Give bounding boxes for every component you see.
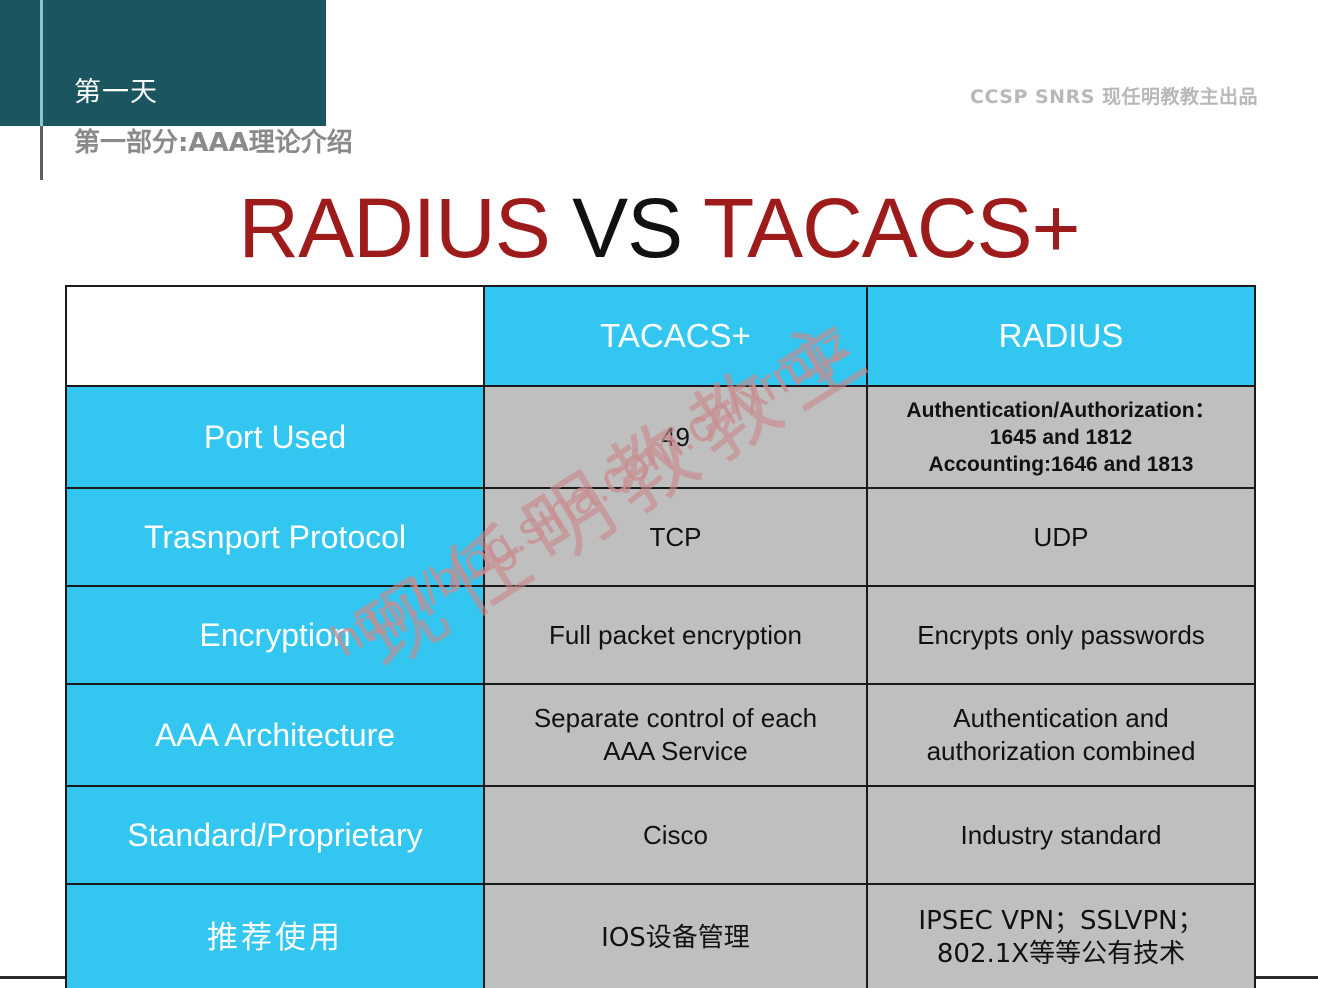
- comparison-table: TACACS+ RADIUS Port Used 49 Authentication…: [65, 285, 1256, 988]
- cell-line: Accounting:1646 and 1813: [928, 452, 1194, 476]
- cell-line: IOS设备管理: [601, 922, 750, 953]
- radius-value-cell: Authentication/Authorization： 1645 and 18…: [866, 385, 1256, 489]
- cell-line: TCP: [649, 521, 702, 552]
- brand-label: CCSP SNRS 现任明教教主出品: [970, 86, 1258, 108]
- title-right: TACACS+: [703, 181, 1081, 275]
- row-label-cell: 推荐使用: [65, 883, 485, 988]
- header-cell-tacacs: TACACS+: [483, 285, 868, 387]
- tacacs-value-cell: IOS设备管理: [483, 883, 868, 988]
- header-vertical-rule: [40, 0, 43, 126]
- cell-line: AAA Service: [603, 736, 748, 766]
- cell-line: IPSEC VPN；SSLVPN；: [918, 906, 1204, 936]
- cell-line: UDP: [1033, 521, 1089, 552]
- cell-line: Full packet encryption: [549, 619, 802, 650]
- radius-value-cell: IPSEC VPN；SSLVPN； 802.1X等等公有技术: [866, 883, 1256, 988]
- tacacs-value-cell: Full packet encryption: [483, 585, 868, 685]
- cell-line: 802.1X等等公有技术: [936, 939, 1186, 969]
- cell-line: authorization combined: [926, 736, 1196, 766]
- cell-line: Authentication and: [953, 703, 1169, 733]
- tacacs-value-cell: Separate control of each AAA Service: [483, 683, 868, 787]
- title-left: RADIUS: [238, 181, 550, 275]
- slide-canvas: 第一天 第一部分:AAA理论介绍 CCSP SNRS 现任明教教主出品 RADI…: [0, 0, 1318, 988]
- table-row: AAA Architecture Separate control of each…: [65, 683, 1256, 787]
- day-label: 第一天: [74, 77, 158, 108]
- cell-line: Authentication/Authorization：: [906, 398, 1216, 422]
- table-row: Standard/Proprietary Cisco Industry standa…: [65, 785, 1256, 885]
- page-title: RADIUS VS TACACS+: [0, 182, 1318, 274]
- table-row: Trasnport Protocol TCP UDP: [65, 487, 1256, 587]
- cell-line: Encrypts only passwords: [917, 619, 1205, 650]
- section-label: 第一部分:AAA理论介绍: [74, 128, 353, 158]
- row-label-cell: AAA Architecture: [65, 683, 485, 787]
- table-body: TACACS+ RADIUS Port Used 49 Authentication…: [65, 285, 1256, 988]
- cell-line: Separate control of each: [533, 703, 818, 733]
- cell-line: Industry standard: [960, 819, 1162, 850]
- header-cell-blank: [65, 285, 485, 387]
- table-row: Port Used 49 Authentication/Authorization：…: [65, 385, 1256, 489]
- table-header-row: TACACS+ RADIUS: [65, 285, 1256, 387]
- row-label-cell: Trasnport Protocol: [65, 487, 485, 587]
- radius-value-cell: Authentication and authorization combined: [866, 683, 1256, 787]
- row-label-cell: Port Used: [65, 385, 485, 489]
- tacacs-value-cell: Cisco: [483, 785, 868, 885]
- tacacs-value-cell: 49: [483, 385, 868, 489]
- header-cell-radius: RADIUS: [866, 285, 1256, 387]
- table-row: 推荐使用 IOS设备管理 IPSEC VPN；SSLVPN； 802.1X等等公有技术: [65, 883, 1256, 988]
- row-label-cell: Encryption: [65, 585, 485, 685]
- title-vs: VS: [572, 181, 683, 275]
- tacacs-value-cell: TCP: [483, 487, 868, 587]
- radius-value-cell: Industry standard: [866, 785, 1256, 885]
- radius-value-cell: Encrypts only passwords: [866, 585, 1256, 685]
- header-accent-block: [0, 0, 326, 126]
- cell-line: 1645 and 1812: [989, 425, 1133, 449]
- header-vertical-rule-lower: [40, 126, 43, 180]
- row-label-cell: Standard/Proprietary: [65, 785, 485, 885]
- table-row: Encryption Full packet encryption Encrypts…: [65, 585, 1256, 685]
- radius-value-cell: UDP: [866, 487, 1256, 587]
- cell-line: 49: [661, 421, 690, 452]
- cell-line: Cisco: [642, 819, 708, 850]
